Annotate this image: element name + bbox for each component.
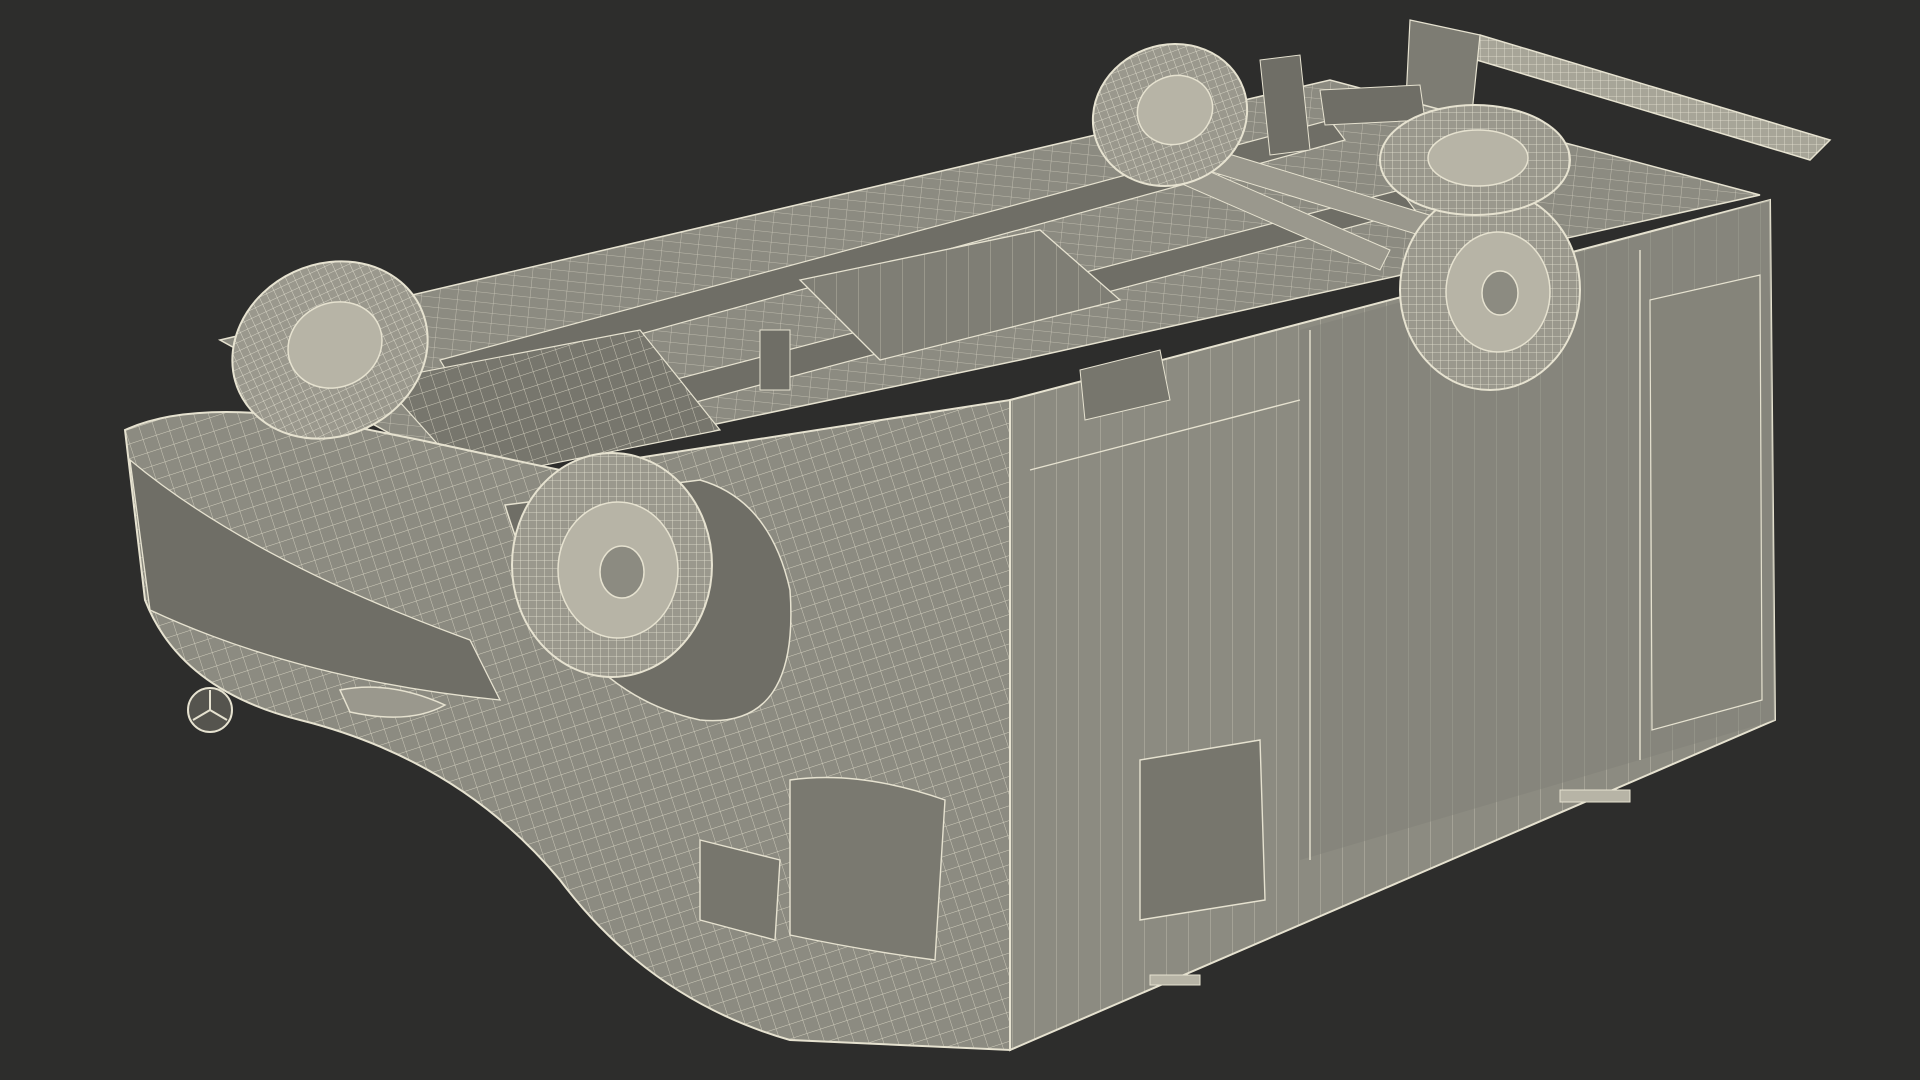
wheel-front-right bbox=[511, 452, 713, 678]
van-wireframe-icon bbox=[123, 19, 1832, 1052]
wheel-rear-right bbox=[1399, 189, 1581, 391]
spare-wheel bbox=[1379, 104, 1571, 216]
render-viewport bbox=[0, 0, 1920, 1080]
